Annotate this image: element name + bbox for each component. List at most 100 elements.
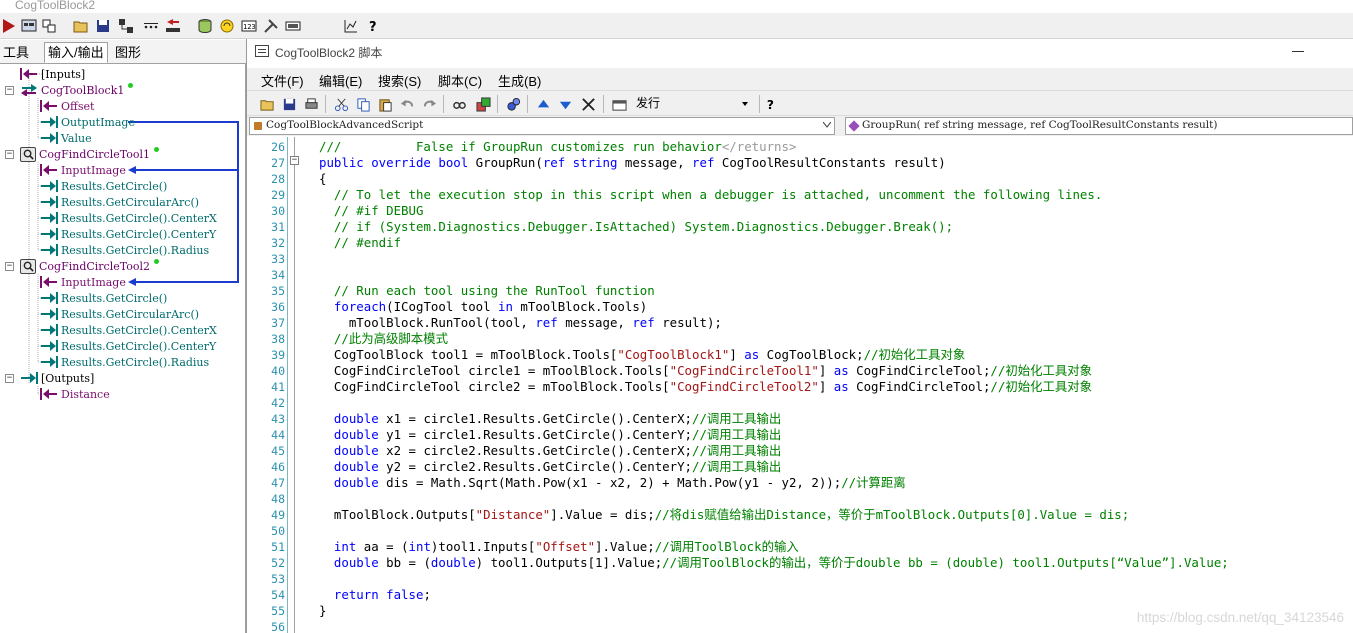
copy-icon[interactable] [355,96,371,112]
svg-text:?: ? [369,20,377,34]
tab-graphics[interactable]: 图形 [112,43,144,64]
undo-icon[interactable] [399,96,415,112]
help-icon[interactable]: ? [364,17,382,35]
status-dot [128,82,134,88]
svg-text:123: 123 [243,23,256,31]
tree-node-output[interactable]: Results.GetCircularArc() [40,194,199,210]
chart-icon[interactable] [342,17,360,35]
output-arrow-icon [40,339,58,353]
paste-icon[interactable] [377,96,393,112]
collapse-toggle[interactable]: − [5,374,14,383]
code-line: double y2 = circle2.Results.GetCircle().… [333,459,782,474]
class-combo[interactable]: CogToolBlockAdvancedScript [249,117,835,135]
tree-node-output[interactable]: Results.GetCircle().CenterX [40,322,217,338]
ellipsis-icon[interactable] [142,17,160,35]
tree-node-inputimage[interactable]: InputImage [40,274,126,290]
print-icon[interactable] [303,96,319,112]
replace-icon[interactable] [475,96,491,112]
refresh-icon[interactable] [218,17,236,35]
tree-label: InputImage [61,163,126,177]
member-combo[interactable]: GroupRun( ref string message, ref CogToo… [845,117,1353,135]
code-line: double x2 = circle2.Results.GetCircle().… [333,443,782,458]
close-icon[interactable] [580,96,596,112]
input-arrow-icon [40,163,58,177]
tree-node-distance[interactable]: Distance [40,386,110,402]
tree-node-findcircle1[interactable]: CogFindCircleTool1 [20,146,159,162]
tab-tools[interactable]: 工具 [0,43,32,64]
input-arrow-icon [40,387,58,401]
network-icon[interactable] [117,17,135,35]
tree-label: Results.GetCircularArc() [61,195,200,209]
find-icon[interactable] [451,96,467,112]
code-line: // Run each tool using the RunTool funct… [333,283,655,298]
run-icon[interactable] [0,17,18,35]
output-arrow-icon [40,211,58,225]
line-number: 51 [271,540,285,554]
collapse-toggle[interactable]: − [5,150,14,159]
line-number: 56 [271,620,285,633]
sort-icon[interactable] [164,17,182,35]
code-line: } [319,603,327,618]
line-number: 30 [271,204,285,218]
open-icon[interactable] [259,96,275,112]
tree-node-findcircle2[interactable]: CogFindCircleTool2 [20,258,159,274]
class-icon [254,122,262,130]
build-config-select[interactable]: 发行 [633,94,753,113]
tree-label: Results.GetCircle().CenterX [61,211,217,225]
arrow-up-icon[interactable] [535,96,551,112]
output-arrow-icon [40,195,58,209]
tree-node-outputs[interactable]: [Outputs] [20,370,94,386]
tab-io[interactable]: 输入/输出 [44,42,108,63]
menu-bar: 文件(F) 编辑(E) 搜索(S) 脚本(C) 生成(B) [247,68,1353,90]
arrow-down-icon[interactable] [557,96,573,112]
collapse-toggle[interactable]: − [5,86,14,95]
tree-node-inputs[interactable]: [Inputs] [20,66,85,82]
line-number: 47 [271,476,285,490]
collapse-toggle[interactable]: − [5,262,14,271]
config-icon[interactable] [611,96,627,112]
tree-node-output[interactable]: Results.GetCircle().Radius [40,354,209,370]
numeric-icon[interactable]: 123 [240,17,258,35]
tree-node-output[interactable]: Results.GetCircle().CenterY [40,226,216,242]
redo-icon[interactable] [421,96,437,112]
tree-node-output[interactable]: Results.GetCircle().CenterX [40,210,217,226]
tree-node-offset[interactable]: Offset [40,98,94,114]
tree-node-output[interactable]: Results.GetCircle() [40,178,167,194]
save-icon[interactable] [94,17,112,35]
database-icon[interactable] [196,17,214,35]
line-number: 41 [271,380,285,394]
tree-node-outputimage[interactable]: OutputImage [40,114,135,130]
code-editor[interactable]: 26 27 28 29 30 31 32 33 34 35 36 37 38 39 40 41 42 43 44 45… [247,137,1353,633]
tree-node-cogtoolblock1[interactable]: CogToolBlock1 [20,82,134,98]
menu-search[interactable]: 搜索(S) [378,71,421,90]
build-icon[interactable] [505,96,521,112]
tree-label: Results.GetCircle().CenterY [61,339,217,353]
code-line: foreach(ICogTool tool in mToolBlock.Tool… [333,299,648,314]
line-number: 29 [271,188,285,202]
display-icon[interactable] [20,17,38,35]
tree-node-inputimage[interactable]: InputImage [40,162,126,178]
line-number-gutter: 26 27 28 29 30 31 32 33 34 35 36 37 38 39 40 41 42 43 44 45… [247,137,289,633]
fold-toggle[interactable]: − [290,156,299,165]
method-icon [848,120,860,132]
tree-node-output[interactable]: Results.GetCircularArc() [40,306,199,322]
tree-node-output[interactable]: Results.GetCircle().Radius [40,242,209,258]
tools-icon[interactable] [262,17,280,35]
menu-build[interactable]: 生成(B) [498,71,541,90]
member-combo-value: GroupRun( ref string message, ref CogToo… [862,119,1218,131]
help-icon[interactable]: ? [763,96,779,112]
tree-node-output[interactable]: Results.GetCircle().CenterY [40,338,216,354]
menu-edit[interactable]: 编辑(E) [319,71,362,90]
tree-node-output[interactable]: Results.GetCircle() [40,290,167,306]
output-arrow-icon [40,115,58,129]
serial-icon[interactable] [284,17,302,35]
menu-file[interactable]: 文件(F) [261,71,304,90]
cut-icon[interactable] [333,96,349,112]
tree-node-value[interactable]: Value [40,130,92,146]
find-circle-icon [20,258,36,274]
menu-script[interactable]: 脚本(C) [438,71,482,90]
open-icon[interactable] [72,17,90,35]
save-icon[interactable] [281,96,297,112]
minimize-button[interactable] [1292,51,1304,52]
link-icon[interactable] [40,17,58,35]
